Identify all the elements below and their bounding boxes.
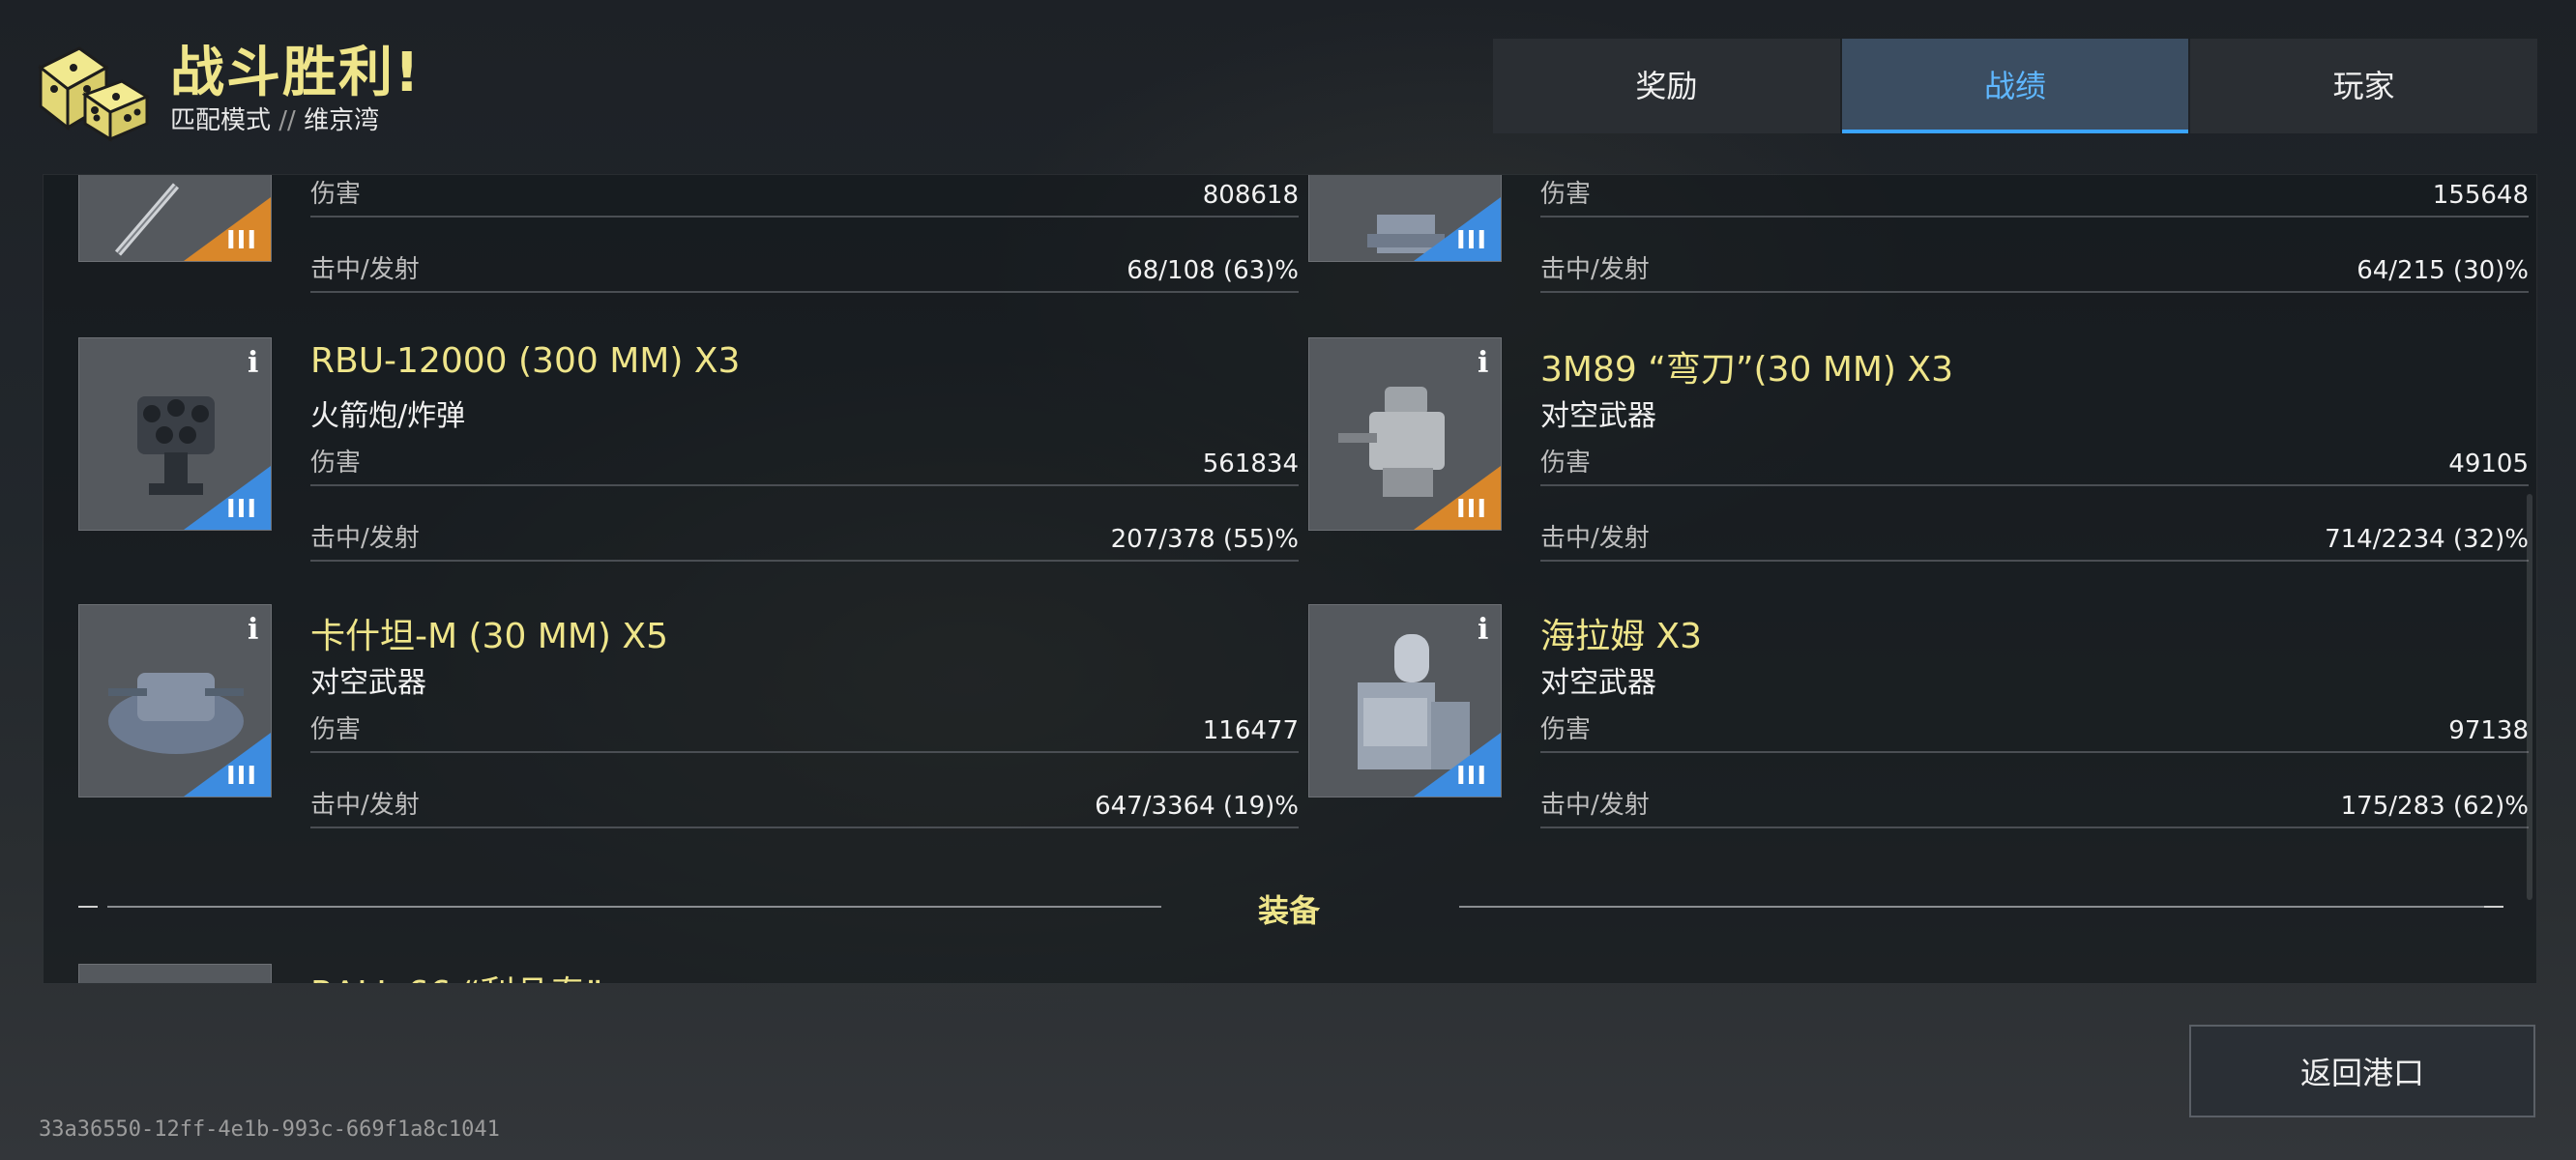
weapon-type: 对空武器 [1540, 666, 1656, 700]
info-icon[interactable]: i [248, 348, 261, 379]
tab-rewards[interactable]: 奖励 [1493, 39, 1840, 133]
weapon-thumbnail[interactable] [78, 964, 272, 983]
hits-value: 68/108 (63)% [1127, 256, 1299, 285]
hits-value: 714/2234 (32)% [2325, 525, 2529, 554]
damage-label: 伤害 [310, 715, 362, 744]
damage-value: 155648 [2432, 181, 2529, 210]
hits-value: 207/378 (55)% [1110, 525, 1299, 554]
hits-row: 击中/发射 714/2234 (32)% [1540, 521, 2529, 562]
mode-label: 匹配模式 [170, 106, 272, 135]
weapon-name: 海拉姆 X3 [1540, 617, 1703, 656]
weapon-card: III 伤害 808618 击中/发射 68/108 (63)% [78, 175, 1299, 293]
stats-panel[interactable]: III 伤害 808618 击中/发射 68/108 (63)% III 伤害 … [43, 174, 2537, 984]
hits-row: 击中/发射 68/108 (63)% [310, 252, 1299, 293]
weapon-thumbnail[interactable]: III [1308, 175, 1502, 262]
damage-label: 伤害 [310, 449, 362, 478]
weapon-thumbnail[interactable]: i III [1308, 337, 1502, 531]
dice-logo-icon [38, 46, 151, 142]
tier-label: III [1455, 495, 1487, 524]
damage-value: 49105 [2448, 450, 2529, 478]
map-label: 维京湾 [304, 106, 380, 135]
hits-value: 175/283 (62)% [2340, 792, 2529, 821]
info-icon[interactable]: i [1478, 348, 1491, 379]
tier-label: III [1455, 226, 1487, 255]
weapon-card: i III 卡什坦-M (30 MM) X5 对空武器 伤害 116477 击中… [78, 604, 1299, 828]
damage-value: 561834 [1202, 450, 1299, 478]
battle-mode-subtitle: 匹配模式 // 维京湾 [170, 101, 379, 136]
damage-label: 伤害 [310, 180, 362, 209]
info-icon[interactable]: i [1478, 615, 1491, 646]
tier-badge: III [1414, 466, 1501, 530]
weapon-type: 对空武器 [310, 666, 426, 700]
weapon-name: RALL 66 “利品泰” [310, 966, 602, 983]
tab-players[interactable]: 玩家 [2190, 39, 2538, 133]
weapon-thumbnail[interactable]: i III [78, 337, 272, 531]
damage-label: 伤害 [1540, 180, 1592, 209]
tier-badge: III [184, 197, 271, 261]
weapon-name: RBU-12000 (300 MM) X3 [310, 341, 741, 381]
hits-label: 击中/发射 [310, 791, 420, 820]
weapon-name: 卡什坦-M (30 MM) X5 [310, 617, 668, 656]
session-id: 33a36550-12ff-4e1b-993c-669f1a8c1041 [39, 1117, 500, 1142]
weapon-type: 对空武器 [1540, 399, 1656, 433]
tab-stats[interactable]: 战绩 [1841, 39, 2189, 133]
hits-value: 64/215 (30)% [2356, 256, 2529, 285]
section-equipment-label: 装备 [1258, 892, 1321, 929]
weapon-type: 火箭炮/炸弹 [310, 399, 466, 433]
subtitle-separator: // [278, 106, 296, 135]
damage-row: 伤害 116477 [310, 712, 1299, 753]
damage-label: 伤害 [1540, 449, 1592, 478]
info-icon[interactable]: i [248, 615, 261, 646]
return-to-port-button[interactable]: 返回港口 [2189, 1025, 2535, 1117]
hits-row: 击中/发射 647/3364 (19)% [310, 788, 1299, 828]
hits-label: 击中/发射 [310, 255, 420, 284]
hits-label: 击中/发射 [1540, 524, 1650, 553]
damage-row: 伤害 49105 [1540, 446, 2529, 486]
hits-label: 击中/发射 [1540, 255, 1650, 284]
weapon-card: i III 海拉姆 X3 对空武器 伤害 97138 击中/发射 175/283… [1308, 604, 2529, 828]
damage-row: 伤害 561834 [310, 446, 1299, 486]
weapon-name: 3M89 “弯刀”(30 MM) X3 [1540, 350, 1953, 390]
tier-label: III [1455, 762, 1487, 791]
weapon-thumbnail[interactable]: i III [78, 604, 272, 798]
damage-row: 伤害 97138 [1540, 712, 2529, 753]
divider-line [1459, 906, 2503, 908]
results-tabs: 奖励 战绩 玩家 [1493, 39, 2538, 133]
damage-label: 伤害 [1540, 715, 1592, 744]
hits-row: 击中/发射 175/283 (62)% [1540, 788, 2529, 828]
tier-badge: III [1414, 197, 1501, 261]
damage-row: 伤害 155648 [1540, 177, 2529, 218]
hits-value: 647/3364 (19)% [1095, 792, 1299, 821]
tier-label: III [225, 762, 257, 791]
tier-badge: III [184, 733, 271, 797]
hits-row: 击中/发射 207/378 (55)% [310, 521, 1299, 562]
divider-line [107, 906, 1161, 908]
divider-dash [78, 906, 98, 908]
hits-row: 击中/发射 64/215 (30)% [1540, 252, 2529, 293]
divider-dash [2484, 906, 2503, 908]
damage-value: 116477 [1202, 716, 1299, 745]
tier-badge: III [184, 466, 271, 530]
tier-badge: III [1414, 733, 1501, 797]
tier-label: III [225, 495, 257, 524]
weapon-card: i III RBU-12000 (300 MM) X3 火箭炮/炸弹 伤害 56… [78, 337, 1299, 562]
damage-value: 97138 [2448, 716, 2529, 745]
tier-label: III [225, 226, 257, 255]
hits-label: 击中/发射 [1540, 791, 1650, 820]
damage-row: 伤害 808618 [310, 177, 1299, 218]
weapon-thumbnail[interactable]: III [78, 175, 272, 262]
hits-label: 击中/发射 [310, 524, 420, 553]
page-title: 战斗胜利! [170, 42, 422, 104]
weapon-card: III 伤害 155648 击中/发射 64/215 (30)% [1308, 175, 2529, 293]
damage-value: 808618 [1202, 181, 1299, 210]
scrollbar[interactable] [2527, 494, 2532, 900]
weapon-card: i III 3M89 “弯刀”(30 MM) X3 对空武器 伤害 49105 … [1308, 337, 2529, 562]
weapon-thumbnail[interactable]: i III [1308, 604, 1502, 798]
